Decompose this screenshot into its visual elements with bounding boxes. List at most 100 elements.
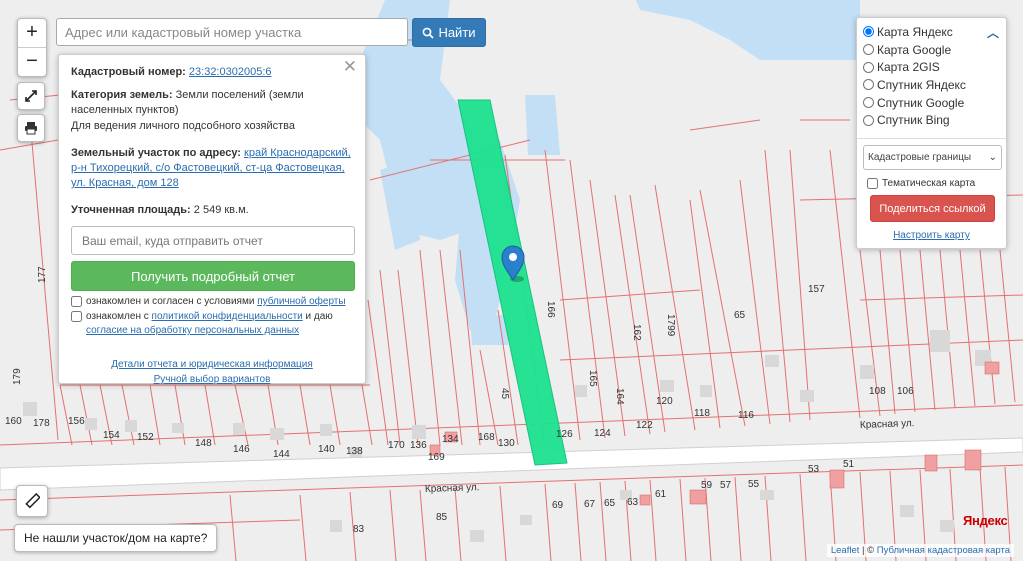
parcel-number: 177: [37, 266, 48, 283]
layer-option-google-map[interactable]: Карта Google: [863, 41, 1000, 59]
parcel-number: 130: [498, 438, 515, 449]
search-button-label: Найти: [438, 25, 476, 40]
parcel-number: 1799: [665, 314, 676, 337]
area-value: 2 549 кв.м.: [193, 204, 249, 216]
layer-radio[interactable]: [863, 44, 874, 56]
layer-option-google-sat[interactable]: Спутник Google: [863, 94, 1000, 112]
yandex-logo: Яндекс: [963, 513, 1008, 528]
parcel-number: 154: [103, 430, 120, 441]
parcel-number: 166: [545, 301, 556, 318]
privacy-checkbox[interactable]: [71, 311, 82, 322]
layer-radio[interactable]: [863, 114, 874, 126]
offer-checkbox[interactable]: [71, 296, 82, 307]
close-icon[interactable]: ✕: [343, 58, 357, 75]
pkk-link[interactable]: Публичная кадастровая карта: [877, 545, 1010, 556]
offer-text: ознакомлен и согласен с условиями: [86, 296, 258, 307]
layer-option-bing-sat[interactable]: Спутник Bing: [863, 111, 1000, 129]
search-button[interactable]: Найти: [412, 18, 486, 47]
zoom-control: + −: [17, 18, 47, 77]
fullscreen-button[interactable]: [17, 82, 45, 110]
parcel-number: 152: [137, 432, 154, 443]
search-input[interactable]: [56, 18, 408, 46]
layer-radio[interactable]: [863, 97, 874, 109]
layer-option-label: Карта Яндекс: [877, 24, 953, 39]
parcel-number: 178: [33, 418, 50, 429]
offer-agreement[interactable]: ознакомлен и согласен с условиями публич…: [71, 295, 353, 309]
privacy-policy-link[interactable]: политикой конфиденциальности: [152, 311, 303, 322]
street-label: Красная ул.: [425, 482, 480, 495]
parcel-number: 85: [436, 512, 448, 523]
not-found-button[interactable]: Не нашли участок/дом на карте?: [14, 524, 218, 552]
thematic-checkbox[interactable]: [867, 178, 878, 190]
map-attribution: Leaflet | © Публичная кадастровая карта: [826, 544, 1014, 557]
layer-radio[interactable]: [863, 26, 874, 38]
leaflet-link[interactable]: Leaflet: [831, 545, 860, 556]
layer-option-yandex-sat[interactable]: Спутник Яндекс: [863, 76, 1000, 94]
parcel-number: 65: [604, 498, 616, 509]
zoom-out-button[interactable]: −: [18, 48, 46, 76]
parcel-number: 67: [584, 499, 596, 510]
layer-option-label: Спутник Bing: [877, 113, 950, 128]
parcel-number: 116: [738, 410, 754, 421]
parcel-number: 179: [12, 368, 23, 385]
parcel-number: 138: [346, 446, 363, 457]
collapse-chevron-icon[interactable]: ︿: [987, 24, 999, 41]
expand-icon: [25, 90, 37, 102]
offer-link[interactable]: публичной оферты: [257, 296, 345, 307]
manual-select-link[interactable]: Ручной выбор вариантов: [154, 374, 271, 385]
layer-option-label: Карта 2GIS: [877, 60, 940, 75]
print-button[interactable]: [17, 114, 45, 142]
email-field[interactable]: [71, 226, 355, 255]
parcel-number: 169: [428, 452, 445, 463]
thematic-label: Тематическая карта: [882, 178, 976, 190]
privacy-mid-text: и даю: [302, 311, 333, 322]
details-link[interactable]: Детали отчета и юридическая информация: [111, 359, 313, 370]
zoom-in-button[interactable]: +: [18, 19, 46, 48]
layer-option-yandex-map[interactable]: Карта Яндекс: [863, 23, 1000, 41]
layer-option-2gis-map[interactable]: Карта 2GIS: [863, 58, 1000, 76]
privacy-agreement[interactable]: ознакомлен с политикой конфиденциальност…: [71, 310, 353, 338]
parcel-number: 164: [614, 388, 625, 405]
parcel-number: 118: [694, 408, 710, 419]
layer-option-label: Спутник Яндекс: [877, 77, 966, 92]
layer-radio[interactable]: [863, 61, 874, 73]
get-report-button[interactable]: Получить подробный отчет: [71, 261, 355, 291]
cadastral-layer-select[interactable]: Кадастровые границы ⌄: [863, 145, 1002, 171]
area-label: Уточненная площадь:: [71, 204, 191, 216]
share-link-button[interactable]: Поделиться ссылкой: [870, 195, 995, 223]
consent-link[interactable]: согласие на обработку персональных данны…: [86, 325, 299, 336]
layer-radio[interactable]: [863, 79, 874, 91]
parcel-number: 108: [869, 386, 886, 397]
parcel-number: 146: [233, 444, 250, 455]
chevron-down-icon: ⌄: [988, 152, 997, 164]
configure-map-link[interactable]: Настроить карту: [893, 230, 970, 241]
cadastral-label: Кадастровый номер:: [71, 66, 186, 78]
divider: [857, 138, 1006, 140]
parcel-number: 126: [556, 429, 573, 440]
parcel-number: 124: [594, 428, 611, 439]
parcel-number: 165: [587, 370, 598, 387]
parcel-number: 106: [897, 386, 914, 397]
cadastral-number-link[interactable]: 23:32:0302005:6: [189, 66, 272, 78]
measure-button[interactable]: [16, 485, 48, 517]
parcel-number: 53: [808, 464, 820, 475]
search-icon: [423, 27, 435, 39]
category-label: Категория земель:: [71, 89, 173, 101]
parcel-info-panel: ✕ Кадастровый номер: 23:32:0302005:6 Кат…: [58, 54, 366, 385]
printer-icon: [25, 122, 37, 135]
thematic-map-toggle[interactable]: Тематическая карта: [867, 178, 1000, 190]
parcel-number: 55: [748, 479, 760, 490]
address-label: Земельный участок по адресу:: [71, 147, 241, 159]
layer-option-label: Спутник Google: [877, 95, 965, 110]
parcel-number: 144: [273, 449, 290, 460]
parcel-number: 63: [627, 497, 639, 508]
parcel-number: 156: [68, 416, 85, 427]
layer-option-label: Карта Google: [877, 42, 952, 57]
parcel-number: 57: [720, 480, 732, 491]
parcel-number: 83: [353, 524, 365, 535]
parcel-number: 168: [478, 432, 495, 443]
parcel-number: 51: [843, 459, 855, 470]
privacy-text: ознакомлен с: [86, 311, 152, 322]
parcel-number: 122: [636, 420, 653, 431]
parcel-number: 136: [410, 440, 427, 451]
